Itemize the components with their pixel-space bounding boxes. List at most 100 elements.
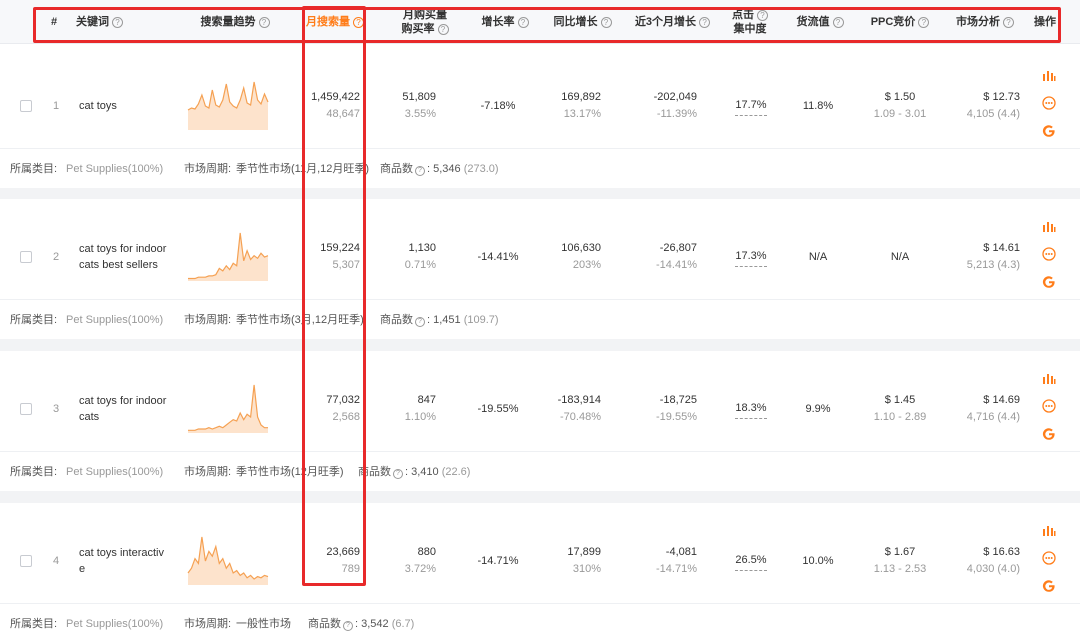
header-keyword[interactable]: 关键词? — [76, 0, 136, 44]
row-separator — [0, 491, 1080, 503]
products-count: 5,346 — [433, 163, 461, 175]
more-icon[interactable] — [1042, 551, 1056, 565]
google-icon[interactable] — [1042, 124, 1056, 138]
market-price-value[interactable]: $ 12.73 — [983, 89, 1020, 106]
click-cell: 17.3% — [728, 209, 774, 305]
supply-value: 10.0% — [802, 554, 834, 567]
header-market[interactable]: 市场分析? — [950, 0, 1020, 44]
ppc-value[interactable]: $ 1.67 — [885, 544, 916, 561]
click-concentration-value[interactable]: 17.7% — [735, 97, 767, 116]
bar-chart-icon[interactable] — [1042, 219, 1056, 233]
help-icon[interactable]: ? — [517, 16, 529, 28]
help-icon[interactable]: ? — [699, 16, 711, 28]
click-concentration-value[interactable]: 26.5% — [735, 552, 767, 571]
supply-value: 11.8% — [802, 99, 834, 112]
help-icon[interactable]: ? — [343, 621, 353, 631]
header-monthly-buy[interactable]: 月购买量 购买率? — [385, 0, 465, 44]
help-icon[interactable]: ? — [353, 16, 364, 28]
row-main: 1 cat toys 1,459,422 48,647 51,809 3.55%… — [0, 58, 1080, 154]
growth-value: -14.71% — [477, 554, 519, 567]
help-icon[interactable]: ? — [600, 16, 612, 28]
bar-chart-icon[interactable] — [1042, 523, 1056, 537]
keyword-link[interactable]: cat toys interactive — [79, 513, 169, 609]
market-price-value[interactable]: $ 16.63 — [983, 544, 1020, 561]
header-click[interactable]: 点击? 集中度 — [725, 0, 775, 44]
help-icon[interactable]: ? — [1003, 16, 1014, 28]
growth-value: -19.55% — [477, 402, 519, 415]
category-value[interactable]: Pet Supplies(100%) — [66, 300, 163, 340]
google-icon[interactable] — [1042, 275, 1056, 289]
yoy-pct-value: 310% — [572, 563, 601, 575]
cycle-value: 季节性市场(11月,12月旺季) — [236, 163, 370, 175]
google-icon[interactable] — [1042, 579, 1056, 593]
header-monthly-search[interactable]: 月搜索量? — [300, 0, 370, 44]
three-month-value: -4,081 — [665, 546, 697, 558]
help-icon[interactable]: ? — [757, 9, 768, 21]
monthly-search-cell: 23,669 789 — [300, 513, 360, 609]
yoy-cell: 17,899 310% — [540, 513, 601, 609]
ppc-value[interactable]: $ 1.50 — [885, 89, 916, 106]
monthly-buy-value: 880 — [417, 546, 436, 558]
category-value[interactable]: Pet Supplies(100%) — [66, 604, 163, 644]
click-cell: 17.7% — [728, 58, 774, 154]
category-value[interactable]: Pet Supplies(100%) — [66, 149, 163, 189]
bar-chart-icon[interactable] — [1042, 68, 1056, 82]
help-icon[interactable]: ? — [832, 16, 844, 28]
search-trend-sparkline[interactable] — [186, 78, 270, 134]
more-icon[interactable] — [1042, 399, 1056, 413]
row-checkbox[interactable] — [20, 403, 32, 415]
row-checkbox[interactable] — [20, 555, 32, 567]
help-icon[interactable]: ? — [112, 16, 123, 28]
more-icon[interactable] — [1042, 247, 1056, 261]
cycle-value: 季节性市场(12月旺季) — [236, 466, 344, 478]
keyword-link[interactable]: cat toys — [79, 58, 169, 154]
header-supply[interactable]: 货流值? — [790, 0, 850, 44]
help-icon[interactable]: ? — [437, 23, 449, 35]
three-month-pct-value: -19.55% — [656, 411, 697, 423]
three-month-value: -18,725 — [659, 394, 697, 406]
search-trend-sparkline[interactable] — [186, 229, 270, 285]
keyword-link[interactable]: cat toys for indoor cats best sellers — [79, 209, 169, 305]
market-price-value[interactable]: $ 14.61 — [983, 240, 1020, 257]
help-icon[interactable]: ? — [415, 166, 425, 176]
yoy-cell: -183,914 -70.48% — [540, 361, 601, 457]
help-icon[interactable]: ? — [415, 317, 425, 327]
header-growth[interactable]: 增长率? — [470, 0, 540, 44]
google-icon[interactable] — [1042, 427, 1056, 441]
market-cell: $ 14.61 5,213 (4.3) — [950, 209, 1020, 305]
ppc-range-value: 1.13 - 2.53 — [873, 563, 927, 575]
row-index: 4 — [52, 554, 60, 567]
click-cell: 26.5% — [728, 513, 774, 609]
market-sub-value: 5,213 (4.3) — [966, 259, 1020, 271]
market-price-value[interactable]: $ 14.69 — [983, 392, 1020, 409]
three-month-value: -202,049 — [653, 91, 697, 103]
header-three-month[interactable]: 近3个月增长? — [625, 0, 720, 44]
click-concentration-value[interactable]: 17.3% — [735, 248, 767, 267]
ppc-value[interactable]: N/A — [891, 249, 909, 266]
cycle-label: 市场周期: — [184, 163, 232, 175]
more-icon[interactable] — [1042, 96, 1056, 110]
row-main: 4 cat toys interactive 23,669 789 880 3.… — [0, 513, 1080, 609]
three-month-cell: -26,807 -14.41% — [630, 209, 697, 305]
row-main: 2 cat toys for indoor cats best sellers … — [0, 209, 1080, 305]
search-trend-sparkline[interactable] — [186, 533, 270, 589]
help-icon[interactable]: ? — [258, 16, 270, 28]
row-checkbox[interactable] — [20, 100, 32, 112]
category-value[interactable]: Pet Supplies(100%) — [66, 452, 163, 492]
header-yoy[interactable]: 同比增长? — [545, 0, 620, 44]
help-icon[interactable]: ? — [393, 469, 403, 479]
cycle-label: 市场周期: — [184, 314, 232, 326]
search-trend-sparkline[interactable] — [186, 381, 270, 437]
header-ppc[interactable]: PPC竞价? — [865, 0, 935, 44]
ppc-value[interactable]: $ 1.45 — [885, 392, 916, 409]
cycle-value: 一般性市场 — [236, 618, 291, 630]
monthly-search-sub: 789 — [341, 563, 360, 575]
keyword-link[interactable]: cat toys for indoor cats — [79, 361, 169, 457]
row-checkbox[interactable] — [20, 251, 32, 263]
bar-chart-icon[interactable] — [1042, 371, 1056, 385]
help-icon[interactable]: ? — [918, 16, 930, 28]
monthly-search-value: 77,032 — [326, 394, 360, 406]
click-concentration-value[interactable]: 18.3% — [735, 400, 767, 419]
header-trend[interactable]: 搜索量趋势? — [190, 0, 280, 44]
supply-cell: N/A — [792, 209, 844, 305]
